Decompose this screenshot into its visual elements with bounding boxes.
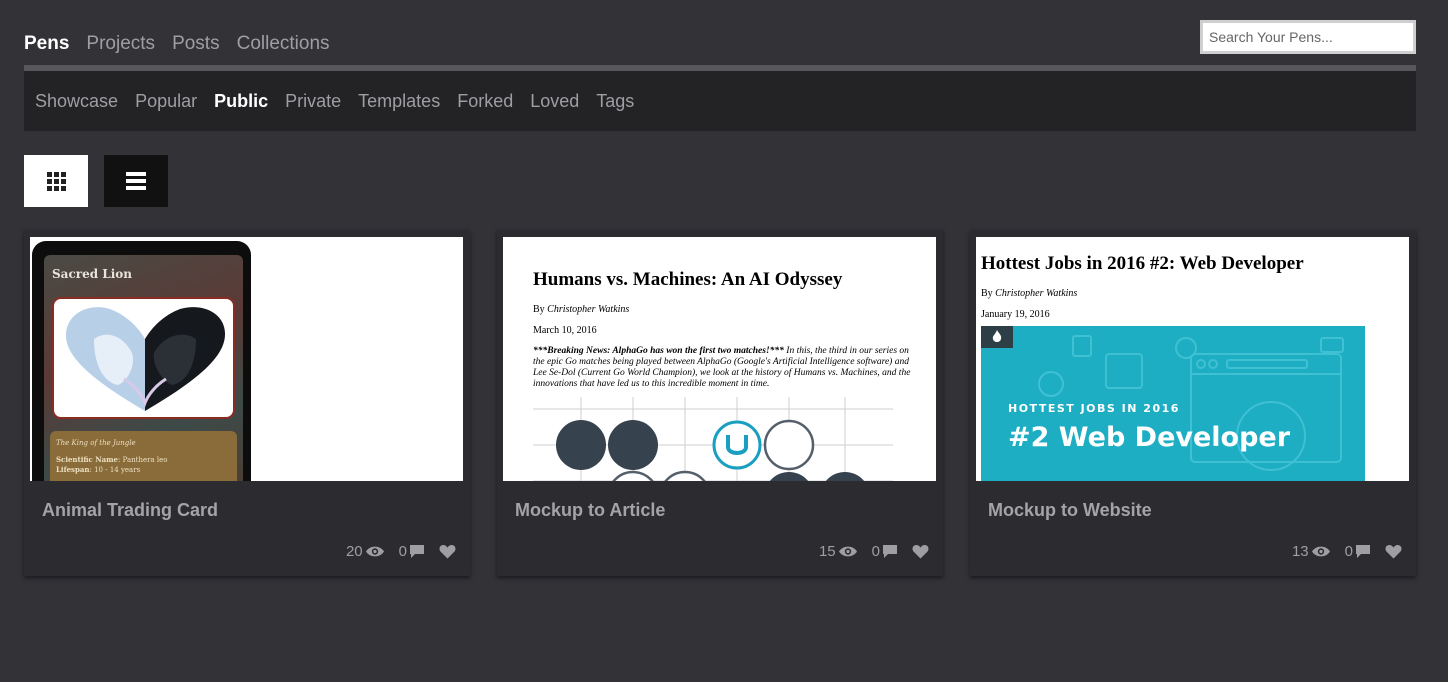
tab-collections[interactable]: Collections — [237, 33, 330, 55]
comments-count: 0 — [871, 543, 880, 560]
list-icon — [126, 172, 146, 190]
comment-icon — [1356, 545, 1370, 558]
pen-preview[interactable]: Sacred Lion The King of the Jungle Scien… — [30, 237, 463, 481]
comments-stat[interactable]: 0 — [872, 543, 898, 560]
comments-count: 0 — [1344, 543, 1353, 560]
top-tabs: Pens Projects Posts Collections — [24, 33, 330, 55]
pen-card: Humans vs. Machines: An AI Odyssey By Ch… — [497, 230, 943, 576]
eye-icon — [365, 546, 384, 557]
subtab-showcase[interactable]: Showcase — [35, 91, 118, 112]
pen-preview[interactable]: Humans vs. Machines: An AI Odyssey By Ch… — [503, 237, 936, 481]
website-byline: By Christopher Watkins — [981, 288, 1078, 299]
website-heading: Hottest Jobs in 2016 #2: Web Developer — [981, 253, 1304, 274]
eye-icon — [838, 546, 857, 557]
tab-posts[interactable]: Posts — [172, 33, 220, 55]
article-body: ***Breaking News: AlphaGo has won the fi… — [533, 346, 911, 389]
comment-icon — [883, 545, 897, 558]
pen-preview[interactable]: Hottest Jobs in 2016 #2: Web Developer B… — [976, 237, 1409, 481]
banner-big-text: #2 Web Developer — [1008, 422, 1291, 453]
comment-icon — [410, 545, 424, 558]
grid-icon — [46, 171, 66, 191]
sub-nav: Showcase Popular Public Private Template… — [24, 65, 1416, 131]
subtab-tags[interactable]: Tags — [596, 91, 634, 112]
heart-icon[interactable] — [439, 544, 456, 559]
trading-card-name: Sacred Lion — [52, 267, 132, 281]
trading-card-scientific-name: Scientific Name: Panthera leo — [56, 455, 168, 464]
comments-stat[interactable]: 0 — [399, 543, 425, 560]
views-stat[interactable]: 15 — [819, 543, 858, 560]
heart-icon[interactable] — [1385, 544, 1402, 559]
views-count: 20 — [345, 543, 363, 560]
subtab-forked[interactable]: Forked — [457, 91, 513, 112]
pen-stats: 15 0 — [809, 543, 929, 560]
subtab-loved[interactable]: Loved — [530, 91, 579, 112]
trading-card-description: The King of the Jungle Scientific Name: … — [50, 431, 237, 481]
go-board-image — [533, 397, 893, 481]
subtab-popular[interactable]: Popular — [135, 91, 197, 112]
article-preview: Humans vs. Machines: An AI Odyssey By Ch… — [533, 269, 913, 390]
trading-card: Sacred Lion The King of the Jungle Scien… — [44, 255, 243, 481]
article-heading: Humans vs. Machines: An AI Odyssey — [533, 269, 843, 290]
trading-card-lifespan: Lifespan: 10 - 14 years — [56, 465, 141, 474]
views-count: 13 — [1291, 543, 1309, 560]
views-stat[interactable]: 20 — [346, 543, 385, 560]
pen-card: Hottest Jobs in 2016 #2: Web Developer B… — [970, 230, 1416, 576]
eye-icon — [1311, 546, 1330, 557]
banner-small-text: HOTTEST JOBS IN 2016 — [1008, 402, 1180, 415]
trading-card-frame: Sacred Lion The King of the Jungle Scien… — [32, 241, 251, 481]
lion-heart-image — [52, 297, 235, 419]
comments-count: 0 — [398, 543, 407, 560]
views-count: 15 — [818, 543, 836, 560]
trading-card-subtitle: The King of the Jungle — [56, 439, 136, 447]
grid-view-button[interactable] — [24, 155, 88, 207]
subtab-private[interactable]: Private — [285, 91, 341, 112]
subtab-templates[interactable]: Templates — [358, 91, 440, 112]
search-input[interactable] — [1203, 23, 1413, 51]
article-date: March 10, 2016 — [533, 325, 597, 336]
pen-card: Sacred Lion The King of the Jungle Scien… — [24, 230, 470, 576]
list-view-button[interactable] — [104, 155, 168, 207]
website-preview: Hottest Jobs in 2016 #2: Web Developer B… — [981, 253, 1304, 320]
website-date: January 19, 2016 — [981, 309, 1050, 320]
pen-stats: 20 0 — [336, 543, 456, 560]
tab-pens[interactable]: Pens — [24, 33, 69, 55]
tab-projects[interactable]: Projects — [86, 33, 155, 55]
pen-title[interactable]: Animal Trading Card — [42, 500, 218, 521]
heart-icon[interactable] — [912, 544, 929, 559]
pen-stats: 13 0 — [1282, 543, 1402, 560]
pen-title[interactable]: Mockup to Article — [515, 500, 665, 521]
comments-stat[interactable]: 0 — [1345, 543, 1371, 560]
views-stat[interactable]: 13 — [1292, 543, 1331, 560]
pen-title[interactable]: Mockup to Website — [988, 500, 1152, 521]
subtab-public[interactable]: Public — [214, 91, 268, 112]
search-box — [1200, 20, 1416, 54]
article-byline: By Christopher Watkins — [533, 304, 630, 315]
jobs-banner-image: HOTTEST JOBS IN 2016 #2 Web Developer — [981, 326, 1365, 481]
